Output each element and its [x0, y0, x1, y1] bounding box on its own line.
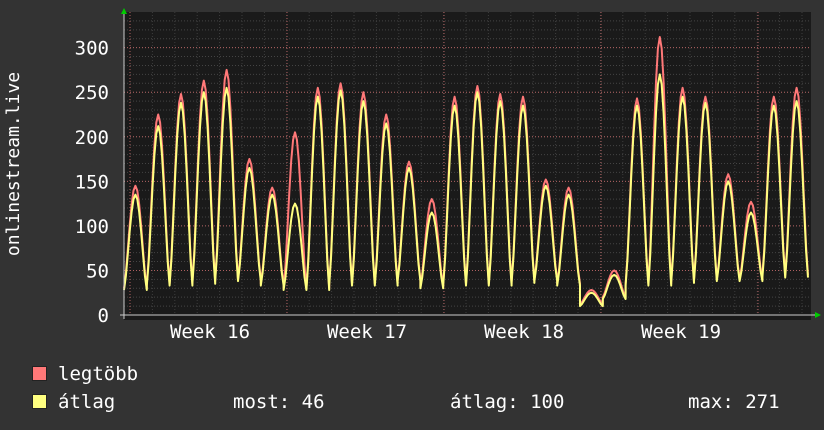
stat-average: átlag: 100: [450, 391, 565, 413]
y-tick-label: 200: [75, 127, 109, 149]
legend-swatch-max: [32, 366, 47, 381]
y-axis-label: onlinestream.live: [3, 72, 24, 256]
x-tick-label: Week 19: [641, 321, 721, 343]
y-tick-labels: 0 50 100 150 200 250 300: [75, 38, 109, 327]
x-axis-arrow: [815, 312, 821, 318]
x-tick-labels: Week 16 Week 17 Week 18 Week 19: [170, 321, 721, 343]
y-tick-label: 50: [86, 260, 109, 282]
stat-now: most: 46: [233, 391, 325, 413]
y-axis-arrow: [121, 8, 127, 14]
y-tick-label: 150: [75, 171, 109, 193]
y-tick-label: 300: [75, 38, 109, 60]
y-tick-label: 0: [98, 305, 109, 327]
legend-label-max: legtöbb: [58, 363, 139, 385]
legend-label-avg: átlag: [58, 391, 116, 413]
x-tick-label: Week 17: [327, 321, 407, 343]
legend-swatch-avg: [32, 394, 47, 409]
y-tick-label: 100: [75, 216, 109, 238]
x-tick-label: Week 18: [484, 321, 564, 343]
y-tick-label: 250: [75, 82, 109, 104]
x-tick-label: Week 16: [170, 321, 250, 343]
stat-max: max: 271: [688, 391, 780, 413]
